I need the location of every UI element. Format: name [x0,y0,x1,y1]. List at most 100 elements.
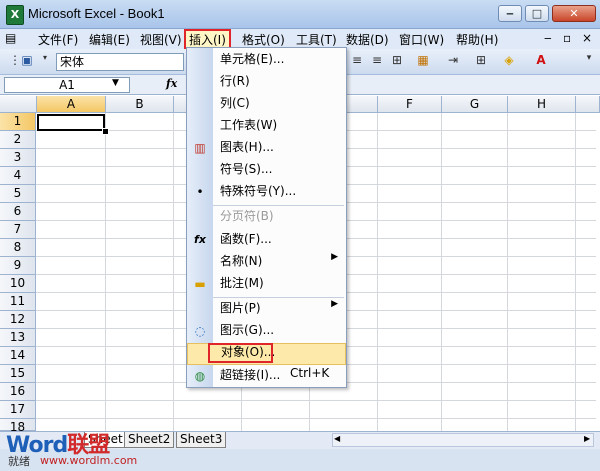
menu-help[interactable]: 帮助(H) [453,31,501,47]
merge-center-icon[interactable]: ⊞ [388,53,406,71]
menu-item-label: 图片(P) [220,301,261,315]
menu-item-label: 函数(F)... [220,232,272,246]
row-header-4[interactable]: 4 [0,167,36,185]
menu-item-rows[interactable]: 行(R) [187,72,346,94]
menu-item-symbol[interactable]: 符号(S)... [187,160,346,182]
function-icon: fx [194,233,206,246]
comment-icon: ▬ [194,277,206,291]
name-box-dropdown-icon[interactable]: ▼ [112,78,119,88]
select-all-corner[interactable] [0,96,37,113]
menu-item-diagram[interactable]: ◌ 图示(G)... [187,321,346,343]
row-header-3[interactable]: 3 [0,149,36,167]
row-header-6[interactable]: 6 [0,203,36,221]
row-header-5[interactable]: 5 [0,185,36,203]
row-header-1[interactable]: 1 [0,113,36,131]
menu-item-picture[interactable]: 图片(P) ▶ [187,299,346,321]
row-header-8[interactable]: 8 [0,239,36,257]
object-highlight-box [208,343,273,363]
row-header-13[interactable]: 13 [0,329,36,347]
close-button[interactable]: ✕ [552,5,596,22]
menu-item-function[interactable]: fx 函数(F)... [187,230,346,252]
row-header-17[interactable]: 17 [0,401,36,419]
currency-icon[interactable]: ▦ [414,53,432,71]
menu-file[interactable]: 文件(F) [35,31,81,47]
workbook-icon[interactable]: ▤ [5,31,25,47]
horizontal-scrollbar[interactable] [332,433,594,447]
row-header-14[interactable]: 14 [0,347,36,365]
column-header-f[interactable]: F [378,96,442,113]
menu-item-label: 图表(H)... [220,140,274,154]
column-header-a[interactable]: A [37,96,106,113]
row-header-7[interactable]: 7 [0,221,36,239]
active-cell-a1[interactable] [37,114,105,131]
column-header-h[interactable]: H [508,96,576,113]
scroll-left-icon[interactable]: ◀ [334,434,340,443]
menu-item-cells[interactable]: 单元格(E)... [187,50,346,72]
diagram-icon: ◌ [194,324,206,338]
menu-tools[interactable]: 工具(T) [293,31,340,47]
row-header-15[interactable]: 15 [0,365,36,383]
row-header-9[interactable]: 9 [0,257,36,275]
minimize-button[interactable]: ‒ [498,5,522,22]
menu-data[interactable]: 数据(D) [343,31,392,47]
doc-minimize-button[interactable]: ‒ [541,31,555,47]
font-color-icon[interactable]: A [532,53,550,71]
grid-line [105,113,106,431]
menu-item-shortcut: Ctrl+K [290,366,330,380]
menu-format[interactable]: 格式(O) [239,31,288,47]
grid-line [36,418,596,419]
menu-item-name[interactable]: 名称(N) ▶ [187,252,346,274]
menu-view[interactable]: 视图(V) [137,31,185,47]
menu-window[interactable]: 窗口(W) [396,31,447,47]
column-header-g[interactable]: G [442,96,508,113]
save-icon[interactable]: ▣ [18,53,36,71]
row-header-10[interactable]: 10 [0,275,36,293]
row-header-11[interactable]: 11 [0,293,36,311]
menu-item-special-symbol[interactable]: • 特殊符号(Y)... [187,182,346,204]
window-title: Microsoft Excel - Book1 [28,6,165,21]
dot-icon: • [196,185,204,199]
menu-item-label: 图示(G)... [220,323,275,337]
menu-item-columns[interactable]: 列(C) [187,94,346,116]
menu-item-worksheet[interactable]: 工作表(W) [187,116,346,138]
menu-item-label: 分页符(B) [220,209,274,223]
sheet-tab-3[interactable]: Sheet3 [176,432,227,448]
menu-item-comment[interactable]: ▬ 批注(M) [187,274,346,296]
insert-function-icon[interactable]: fx [166,77,177,90]
doc-close-button[interactable]: × [579,31,595,47]
scroll-right-icon[interactable]: ▶ [584,434,590,443]
menu-item-label: 特殊符号(Y)... [220,184,297,198]
submenu-arrow-icon: ▶ [331,299,338,309]
doc-restore-button[interactable]: ▫ [560,31,574,47]
row-header-2[interactable]: 2 [0,131,36,149]
menu-item-label: 工作表(W) [220,118,278,132]
menu-edit[interactable]: 编辑(E) [86,31,133,47]
toolbar-more-icon[interactable]: ▾ [580,53,598,71]
fill-handle[interactable] [102,128,109,135]
toolbar-options-icon[interactable]: ▾ [36,53,54,71]
borders-icon[interactable]: ⊞ [472,53,490,71]
menu-insert[interactable]: 插入(I) [184,29,231,49]
menu-item-label: 列(C) [220,96,250,110]
font-name-select[interactable]: 宋体 [56,53,184,71]
row-header-12[interactable]: 12 [0,311,36,329]
chart-icon: ▥ [194,141,206,155]
indent-icon[interactable]: ⇥ [444,53,462,71]
menu-item-label: 符号(S)... [220,162,273,176]
excel-app-icon[interactable]: X [6,5,24,25]
menu-item-chart[interactable]: ▥ 图表(H)... [187,138,346,160]
sheet-tab-2[interactable]: Sheet2 [124,432,175,448]
menu-separator [213,205,344,206]
maximize-button[interactable]: □ [525,5,549,22]
submenu-arrow-icon: ▶ [331,252,338,262]
menu-separator [213,297,344,298]
menu-item-label: 超链接(I)... [220,368,281,382]
menu-item-hyperlink[interactable]: ◍ 超链接(I)... Ctrl+K [187,366,346,388]
fill-color-icon[interactable]: ◈ [500,53,518,71]
column-header-b[interactable]: B [106,96,174,113]
align-center-icon[interactable]: ≡ [348,53,366,71]
row-header-16[interactable]: 16 [0,383,36,401]
align-right-icon[interactable]: ≡ [368,53,386,71]
grid-line [173,113,174,431]
grid-line [36,400,596,401]
